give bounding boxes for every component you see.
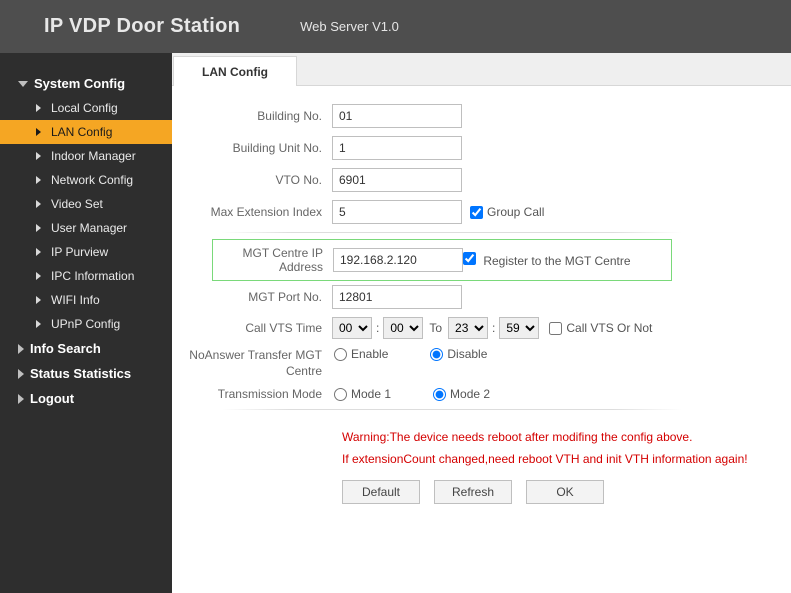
lbl-max-ext: Max Extension Index <box>182 205 332 219</box>
colon-1: : <box>376 321 379 335</box>
input-unit-no[interactable] <box>332 136 462 160</box>
warning-line1: Warning:The device needs reboot after mo… <box>342 426 781 448</box>
sel-to-m[interactable]: 59 <box>499 317 539 339</box>
lbl-group-call: Group Call <box>487 205 544 219</box>
radio-na-enable[interactable] <box>334 348 347 361</box>
nav-group-label: System Config <box>34 76 125 91</box>
noanswer-disable[interactable]: Disable <box>428 347 487 361</box>
nav-item-label: User Manager <box>51 221 127 235</box>
nav-item-indoor-manager[interactable]: Indoor Manager <box>0 144 172 168</box>
nav-item-upnp-config[interactable]: UPnP Config <box>0 312 172 336</box>
nav-group-info-search[interactable]: Info Search <box>0 336 172 361</box>
nav-item-video-set[interactable]: Video Set <box>0 192 172 216</box>
nav-item-label: WIFI Info <box>51 293 100 307</box>
divider <box>222 232 682 233</box>
chevron-right-icon <box>36 176 41 184</box>
lbl-call-vts-or-not: Call VTS Or Not <box>566 321 652 335</box>
mgt-ip-highlight: MGT Centre IP Address Register to the MG… <box>212 239 672 281</box>
main: LAN Config Building No. Building Unit No… <box>172 53 791 593</box>
input-building-no[interactable] <box>332 104 462 128</box>
nav-item-ipc-information[interactable]: IPC Information <box>0 264 172 288</box>
chevron-right-icon <box>36 200 41 208</box>
nav-item-network-config[interactable]: Network Config <box>0 168 172 192</box>
chevron-right-icon <box>36 224 41 232</box>
warning-line2: If extensionCount changed,need reboot VT… <box>342 448 781 470</box>
sel-from-h[interactable]: 00 <box>332 317 372 339</box>
lbl-register-mgt: Register to the MGT Centre <box>483 254 630 268</box>
cb-register-mgt[interactable] <box>463 252 476 265</box>
radio-na-disable[interactable] <box>430 348 443 361</box>
transmission-mode-1[interactable]: Mode 1 <box>332 387 391 401</box>
chevron-right-icon <box>36 248 41 256</box>
colon-2: : <box>492 321 495 335</box>
lbl-noanswer: NoAnswer Transfer MGT Centre <box>182 347 332 379</box>
nav-item-label: UPnP Config <box>51 317 120 331</box>
refresh-button[interactable]: Refresh <box>434 480 512 504</box>
nav-item-label: IPC Information <box>51 269 134 283</box>
chevron-right-icon <box>36 320 41 328</box>
cb-group-call[interactable] <box>470 206 483 219</box>
lbl-vto-no: VTO No. <box>182 173 332 187</box>
chevron-right-icon <box>36 152 41 160</box>
cb-call-vts[interactable] <box>549 322 562 335</box>
arrow-icon <box>18 344 24 354</box>
nav-item-ip-purview[interactable]: IP Purview <box>0 240 172 264</box>
nav-group-status-statistics[interactable]: Status Statistics <box>0 361 172 386</box>
sel-to-h[interactable]: 23 <box>448 317 488 339</box>
nav-group-label: Status Statistics <box>30 366 131 381</box>
warning: Warning:The device needs reboot after mo… <box>342 426 781 470</box>
lbl-unit-no: Building Unit No. <box>182 141 332 155</box>
app-title: IP VDP Door Station <box>44 15 240 38</box>
nav-item-label: Video Set <box>51 197 103 211</box>
nav-item-label: Local Config <box>51 101 118 115</box>
transmission-mode-2[interactable]: Mode 2 <box>431 387 490 401</box>
nav-item-local-config[interactable]: Local Config <box>0 96 172 120</box>
noanswer-enable[interactable]: Enable <box>332 347 388 361</box>
nav-item-label: Indoor Manager <box>51 149 136 163</box>
nav-item-label: Network Config <box>51 173 133 187</box>
form: Building No. Building Unit No. VTO No. M… <box>172 86 791 514</box>
chevron-right-icon <box>36 128 41 136</box>
input-mgt-port[interactable] <box>332 285 462 309</box>
header: IP VDP Door Station Web Server V1.0 <box>0 0 791 53</box>
radio-tm-2[interactable] <box>433 388 446 401</box>
nav-group-label: Info Search <box>30 341 101 356</box>
sel-from-m[interactable]: 00 <box>383 317 423 339</box>
nav-item-label: LAN Config <box>51 125 112 139</box>
nav-item-wifi-info[interactable]: WIFI Info <box>0 288 172 312</box>
chevron-right-icon <box>36 104 41 112</box>
tabs: LAN Config <box>172 53 791 86</box>
input-vto-no[interactable] <box>332 168 462 192</box>
input-mgt-ip[interactable] <box>333 248 463 272</box>
default-button[interactable]: Default <box>342 480 420 504</box>
ok-button[interactable]: OK <box>526 480 604 504</box>
input-max-ext[interactable] <box>332 200 462 224</box>
arrow-icon <box>18 81 28 87</box>
lbl-building-no: Building No. <box>182 109 332 123</box>
lbl-call-vts-time: Call VTS Time <box>182 321 332 335</box>
chevron-right-icon <box>36 272 41 280</box>
nav-group-label: Logout <box>30 391 74 406</box>
chevron-right-icon <box>36 296 41 304</box>
nav-item-label: IP Purview <box>51 245 108 259</box>
tab-lan-config[interactable]: LAN Config <box>173 56 297 86</box>
radio-tm-1[interactable] <box>334 388 347 401</box>
sidebar: System Config Local Config LAN Config Indoo… <box>0 53 172 593</box>
arrow-icon <box>18 394 24 404</box>
app-sub: Web Server V1.0 <box>300 19 399 34</box>
nav-item-user-manager[interactable]: User Manager <box>0 216 172 240</box>
arrow-icon <box>18 369 24 379</box>
lbl-mgt-ip: MGT Centre IP Address <box>213 246 333 274</box>
lbl-mgt-port: MGT Port No. <box>182 290 332 304</box>
nav-item-lan-config[interactable]: LAN Config <box>0 120 172 144</box>
nav-group-system-config[interactable]: System Config <box>0 71 172 96</box>
lbl-to: To <box>429 321 442 335</box>
nav-group-logout[interactable]: Logout <box>0 386 172 411</box>
lbl-transmission: Transmission Mode <box>182 387 332 401</box>
divider <box>222 409 682 410</box>
